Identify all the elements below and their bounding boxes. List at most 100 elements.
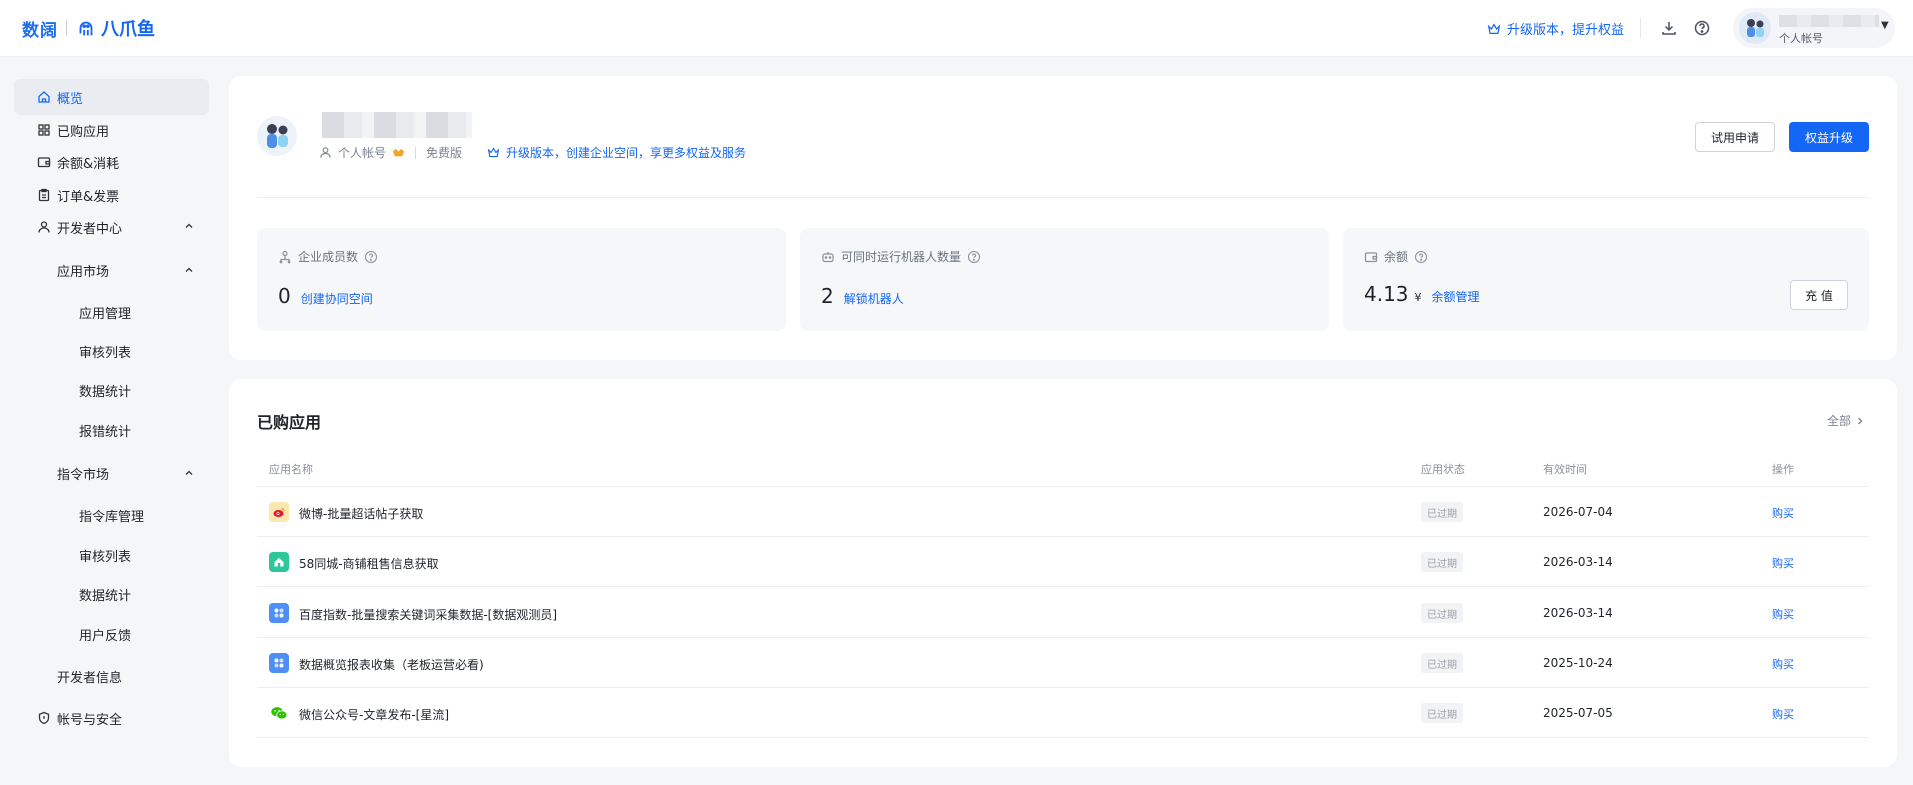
sidebar-item-error-statistics[interactable]: 报错统计: [14, 412, 209, 448]
grid-icon: [36, 122, 52, 138]
column-header-name: 应用名称: [269, 463, 313, 476]
divider: [257, 197, 1869, 198]
status-badge: 已过期: [1421, 603, 1463, 623]
stat-title-text: 企业成员数: [298, 250, 359, 264]
app-name[interactable]: 微博-批量超话帖子获取: [299, 505, 423, 522]
column-header-valid-time: 有效时间: [1543, 463, 1587, 476]
help-icon[interactable]: [967, 250, 981, 264]
sidebar-item-label: 应用市场: [57, 264, 110, 280]
app-name[interactable]: 百度指数-批量搜索关键词采集数据-[数据观测员]: [299, 606, 557, 623]
profile-upgrade-link[interactable]: 升级版本，创建企业空间，享更多权益及服务: [487, 144, 746, 161]
sidebar-item-label: 订单&发票: [57, 189, 120, 205]
help-icon[interactable]: [364, 250, 378, 264]
caret-down-icon: ▼: [1881, 20, 1889, 31]
trial-apply-button[interactable]: 试用申请: [1695, 122, 1775, 152]
sidebar-item-label: 应用管理: [79, 306, 132, 322]
stat-title: 企业成员数: [278, 248, 378, 265]
table-row: 百度指数-批量搜索关键词采集数据-[数据观测员] 已过期 2026-03-14 …: [257, 588, 1869, 638]
sidebar-item-label: 帐号与安全: [57, 712, 123, 728]
badge-icon: [392, 148, 405, 157]
shield-icon: [36, 710, 52, 726]
profile-plan: 免费版: [426, 146, 463, 160]
topbar-upgrade-text: 升级版本，提升权益: [1507, 23, 1625, 38]
recharge-button[interactable]: 充 值: [1790, 280, 1848, 310]
view-all-text: 全部: [1827, 414, 1852, 428]
crown-icon: [1487, 22, 1501, 34]
wechat-icon: [269, 703, 289, 723]
sidebar-item-developer-center[interactable]: 开发者中心: [14, 209, 209, 245]
stat-card-members: 企业成员数 0 创建协同空间: [257, 228, 786, 331]
sidebar-item-developer-info[interactable]: 开发者信息: [14, 658, 209, 694]
table-row: 58同城-商铺租售信息获取 已过期 2026-03-14 购买: [257, 537, 1869, 587]
sidebar-item-app-management[interactable]: 应用管理: [14, 294, 209, 330]
sidebar-item-app-statistics[interactable]: 数据统计: [14, 372, 209, 408]
app-name[interactable]: 微信公众号-文章发布-[星流]: [299, 706, 449, 723]
app-name[interactable]: 58同城-商铺租售信息获取: [299, 555, 439, 572]
profile-account-type: 个人帐号: [338, 146, 387, 160]
sidebar-item-label: 数据统计: [79, 384, 132, 400]
sidebar-item-label: 数据统计: [79, 588, 132, 604]
app-name[interactable]: 数据概览报表收集（老板运营必看): [299, 656, 484, 673]
sidebar-item-orders[interactable]: 订单&发票: [14, 177, 209, 213]
octopus-icon: [79, 21, 93, 36]
stat-value: 4.13: [1364, 282, 1409, 306]
wallet-icon: [36, 154, 52, 170]
stat-card-robots: 可同时运行机器人数量 2 解锁机器人: [800, 228, 1329, 331]
sidebar-item-command-market[interactable]: 指令市场: [14, 455, 209, 491]
create-space-link[interactable]: 创建协同空间: [301, 290, 373, 307]
avatar: [1739, 12, 1771, 44]
buy-link[interactable]: 购买: [1772, 505, 1794, 521]
column-header-action: 操作: [1772, 463, 1794, 476]
chevron-up-icon: [183, 220, 195, 232]
sidebar: 概览 已购应用 余额&消耗 订单&发票 开发者中心 应用市场 应用管理 审核列表…: [0, 57, 220, 785]
table-row: 数据概览报表收集（老板运营必看) 已过期 2025-10-24 购买: [257, 638, 1869, 688]
benefit-upgrade-button[interactable]: 权益升级: [1789, 122, 1869, 152]
valid-date: 2026-07-04: [1543, 505, 1613, 519]
app-icon: [269, 653, 289, 673]
logo[interactable]: 数阔 八爪鱼: [22, 15, 155, 41]
buy-link[interactable]: 购买: [1772, 555, 1794, 571]
sidebar-item-label: 用户反馈: [79, 628, 132, 644]
topbar-upgrade-link[interactable]: 升级版本，提升权益: [1487, 19, 1624, 38]
logo-bazhuayu: 八爪鱼: [75, 15, 155, 41]
robot-icon: [822, 251, 834, 262]
unlock-robot-link[interactable]: 解锁机器人: [844, 290, 904, 307]
sidebar-item-cmd-statistics[interactable]: 数据统计: [14, 576, 209, 612]
logo-text: 八爪鱼: [101, 19, 155, 40]
profile-name-redacted: [322, 112, 472, 138]
sidebar-item-overview[interactable]: 概览: [14, 79, 209, 115]
profile-upgrade-text: 升级版本，创建企业空间，享更多权益及服务: [506, 146, 747, 160]
help-icon[interactable]: [1414, 250, 1428, 264]
sidebar-item-app-review-list[interactable]: 审核列表: [14, 333, 209, 369]
valid-date: 2026-03-14: [1543, 606, 1613, 620]
sidebar-item-app-market[interactable]: 应用市场: [14, 252, 209, 288]
table-row: 微信公众号-文章发布-[星流] 已过期 2025-07-05 购买: [257, 688, 1869, 738]
table-row: 微博-批量超话帖子获取 已过期 2026-07-04 购买: [257, 487, 1869, 537]
status-badge: 已过期: [1421, 703, 1463, 723]
sidebar-item-user-feedback[interactable]: 用户反馈: [14, 616, 209, 652]
user-name-redacted: [1779, 15, 1879, 27]
user-icon: [36, 219, 52, 235]
sidebar-item-command-library[interactable]: 指令库管理: [14, 497, 209, 533]
help-icon[interactable]: [1693, 19, 1711, 37]
house-icon: [269, 552, 289, 572]
person-icon: [320, 147, 331, 158]
home-icon: [36, 89, 52, 105]
download-icon[interactable]: [1660, 19, 1678, 37]
crown-icon: [487, 147, 500, 158]
buy-link[interactable]: 购买: [1772, 706, 1794, 722]
status-badge: 已过期: [1421, 653, 1463, 673]
sidebar-item-cmd-review-list[interactable]: 审核列表: [14, 537, 209, 573]
top-bar: 数阔 八爪鱼 升级版本，提升权益 个人帐号 ▼: [0, 0, 1913, 57]
user-menu[interactable]: 个人帐号 ▼: [1733, 8, 1895, 48]
sidebar-item-balance[interactable]: 余额&消耗: [14, 144, 209, 180]
sidebar-item-purchased-apps[interactable]: 已购应用: [14, 112, 209, 148]
sidebar-item-label: 指令库管理: [79, 509, 145, 525]
buy-link[interactable]: 购买: [1772, 606, 1794, 622]
buy-link[interactable]: 购买: [1772, 656, 1794, 672]
currency-unit: ¥: [1414, 291, 1422, 304]
view-all-link[interactable]: 全部: [1827, 412, 1865, 429]
sidebar-item-account-security[interactable]: 帐号与安全: [14, 700, 209, 736]
balance-management-link[interactable]: 余额管理: [1432, 288, 1480, 305]
sidebar-item-label: 开发者中心: [57, 221, 123, 237]
